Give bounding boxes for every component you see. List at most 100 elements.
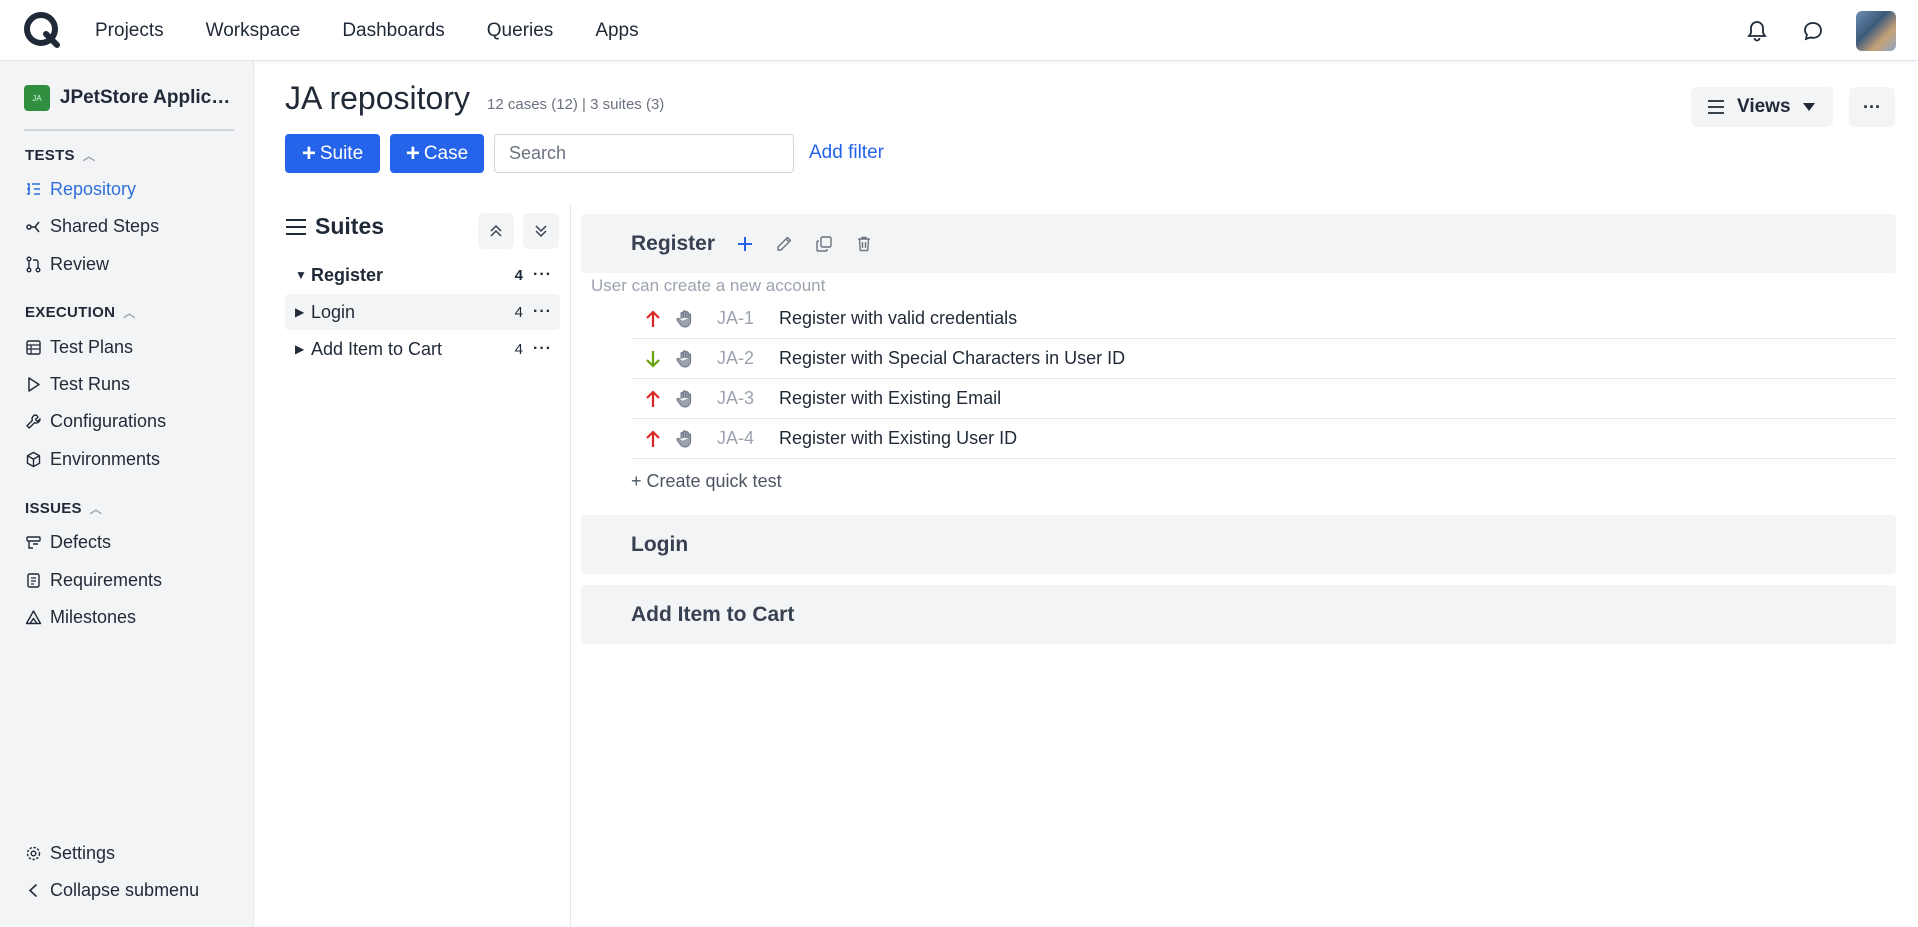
suite-header-register[interactable]: Register (581, 214, 1896, 273)
sidebar-item-test-runs[interactable]: Test Runs (25, 374, 130, 395)
search-input[interactable] (494, 134, 794, 173)
project-switcher[interactable]: JA JPetStore Applicat... (24, 85, 234, 131)
suite-header-title: Register (631, 231, 716, 255)
more-dots-icon[interactable]: ··· (533, 303, 552, 321)
page-meta-counts: 12 cases (12) | 3 suites (3) (487, 96, 665, 113)
document-icon (27, 573, 40, 588)
suite-tree-item[interactable]: ▶ Login 4 ··· (285, 294, 560, 330)
sidebar-item-test-plans[interactable]: Test Plans (25, 337, 133, 358)
collapse-submenu-button[interactable]: Collapse submenu (25, 880, 199, 901)
chevrons-up-icon (490, 224, 502, 237)
suite-description: User can create a new account (591, 276, 826, 295)
sidebar-item-label: Configurations (50, 411, 167, 431)
section-issues[interactable]: ISSUES ︿ (25, 500, 102, 517)
case-id: JA-2 (717, 348, 755, 368)
bell-icon[interactable] (1744, 18, 1770, 44)
section-tests-label: TESTS (25, 147, 75, 164)
table-row[interactable]: JA-2 Register with Special Characters in… (631, 339, 1896, 379)
suite-tree-name: Register (311, 264, 384, 285)
hand-icon (675, 389, 717, 409)
cube-icon (26, 451, 41, 468)
case-id: JA-3 (717, 388, 755, 408)
expand-all-button[interactable] (523, 213, 559, 249)
git-pull-request-icon (26, 256, 41, 273)
sidebar-item-label: Test Runs (50, 374, 131, 394)
hand-icon (675, 349, 717, 369)
create-quick-test-link[interactable]: + Create quick test (631, 471, 782, 492)
sidebar-item-defects[interactable]: Defects (25, 532, 111, 553)
hand-icon (675, 309, 717, 329)
suite-tree-count: 4 (514, 266, 524, 284)
case-title: Register with Existing Email (779, 388, 1002, 408)
caret-right-icon[interactable]: ▶ (295, 305, 311, 319)
add-suite-label: Suite (319, 142, 364, 164)
hand-icon (675, 429, 717, 449)
nav-queries[interactable]: Queries (487, 20, 554, 42)
triangle-icon (25, 610, 42, 625)
more-dots-icon[interactable]: ··· (533, 266, 552, 284)
views-button[interactable]: Views (1691, 87, 1833, 127)
chevrons-down-icon (535, 225, 547, 238)
more-dots-icon[interactable]: ··· (533, 340, 552, 358)
avatar[interactable] (1856, 10, 1896, 51)
suite-tree-item[interactable]: ▶ Add Item to Cart 4 ··· (285, 331, 560, 367)
priority-high-icon (631, 309, 675, 328)
more-dots-icon: ··· (1863, 96, 1881, 117)
case-id: JA-4 (717, 428, 755, 448)
suites-title: Suites (315, 213, 385, 239)
suite-header-login[interactable]: Login (581, 515, 1896, 574)
nav-projects[interactable]: Projects (95, 20, 164, 42)
suites-panel: Suites ▼ Register 4 ··· ▶ Login 4 ··· ▶ … (285, 205, 571, 927)
add-case-button[interactable]: + Case (390, 134, 484, 173)
sidebar-item-review[interactable]: Review (25, 254, 109, 275)
caret-down-icon[interactable]: ▼ (295, 268, 311, 282)
suite-header-title: Login (631, 532, 689, 556)
sidebar-item-label: Collapse submenu (50, 880, 200, 900)
table-row[interactable]: JA-4 Register with Existing User ID (631, 419, 1896, 459)
qase-logo-icon[interactable] (22, 10, 62, 50)
suite-tree-count: 4 (514, 303, 524, 321)
add-case-label: Case (423, 142, 469, 164)
sidebar-item-requirements[interactable]: Requirements (25, 570, 162, 591)
sidebar-item-configurations[interactable]: Configurations (25, 411, 166, 432)
table-row[interactable]: JA-3 Register with Existing Email (631, 379, 1896, 419)
sidebar-item-label: Test Plans (50, 337, 134, 357)
share-steps-icon (26, 221, 40, 233)
menu-icon (286, 218, 306, 235)
nav-dashboards[interactable]: Dashboards (342, 20, 444, 42)
more-options-button[interactable]: ··· (1849, 87, 1895, 127)
plus-icon: + (405, 139, 420, 167)
sidebar-item-settings[interactable]: Settings (25, 843, 115, 864)
chat-icon[interactable] (1800, 18, 1826, 44)
nav-apps[interactable]: Apps (595, 20, 638, 42)
views-label: Views (1737, 96, 1791, 117)
nav-workspace[interactable]: Workspace (206, 20, 301, 42)
suite-header-add-item-to-cart[interactable]: Add Item to Cart (581, 585, 1896, 644)
copy-icon[interactable] (815, 235, 833, 253)
suite-tree-item[interactable]: ▼ Register 4 ··· (285, 257, 560, 293)
wrench-icon (26, 414, 41, 429)
project-name: JPetStore Applicat... (59, 87, 234, 108)
trash-icon[interactable] (855, 235, 873, 253)
sidebar-item-repository[interactable]: Repository (25, 179, 136, 200)
caret-right-icon[interactable]: ▶ (295, 342, 311, 356)
add-suite-button[interactable]: + Suite (285, 134, 380, 173)
table-row[interactable]: JA-1 Register with valid credentials (631, 299, 1896, 339)
sidebar: JA JPetStore Applicat... TESTS ︿ Reposit… (0, 61, 254, 927)
sidebar-item-shared-steps[interactable]: Shared Steps (25, 216, 159, 237)
section-tests[interactable]: TESTS ︿ (25, 147, 95, 164)
plus-icon[interactable] (737, 236, 753, 252)
sidebar-item-label: Repository (50, 179, 137, 199)
sidebar-item-label: Environments (50, 449, 161, 469)
sidebar-item-milestones[interactable]: Milestones (25, 607, 136, 628)
pencil-icon[interactable] (775, 235, 793, 253)
suite-tree-name: Login (311, 301, 356, 322)
add-filter-link[interactable]: Add filter (809, 142, 884, 164)
sidebar-item-label: Defects (50, 532, 112, 552)
collapse-all-button[interactable] (478, 213, 514, 249)
section-execution[interactable]: EXECUTION ︿ (25, 304, 136, 321)
sidebar-item-environments[interactable]: Environments (25, 449, 160, 470)
chevron-up-icon: ︿ (89, 502, 103, 516)
play-icon (28, 377, 40, 392)
case-title: Register with valid credentials (779, 308, 1018, 328)
